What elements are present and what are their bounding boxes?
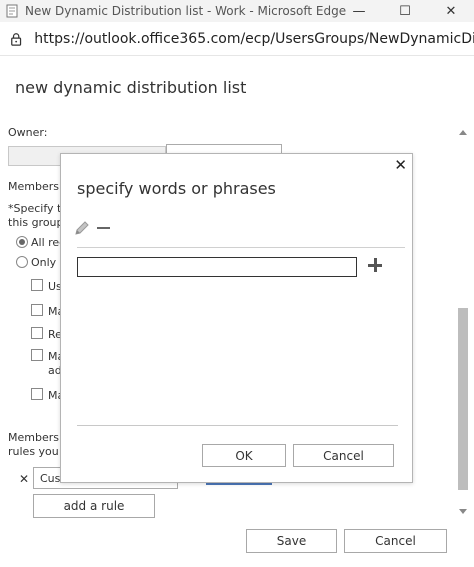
members-label: Members: (8, 180, 63, 193)
checkbox-mail-1[interactable] (31, 304, 43, 316)
toolbar-divider (77, 247, 405, 248)
page-content: new dynamic distribution list Owner: Mem… (0, 56, 474, 567)
specify-words-dialog: ✕ specify words or phrases OK Cancel (60, 153, 413, 483)
scroll-up-arrow-icon[interactable] (459, 130, 467, 135)
pencil-icon[interactable] (73, 219, 91, 237)
lock-icon (11, 32, 22, 46)
phrase-input[interactable] (77, 257, 357, 277)
radio-only-recipients[interactable] (16, 256, 28, 268)
plus-icon[interactable] (366, 256, 386, 276)
rule-attribute-value: Cus (40, 472, 61, 485)
rule-value-link[interactable] (206, 483, 272, 485)
radio-all-recipients[interactable] (16, 236, 28, 248)
window-controls: — ☐ ✕ (336, 0, 474, 22)
add-rule-button[interactable]: add a rule (33, 494, 155, 518)
url-text[interactable]: https://outlook.office365.com/ecp/UsersG… (34, 31, 474, 47)
maximize-button[interactable]: ☐ (382, 0, 428, 22)
scroll-thumb[interactable] (458, 308, 468, 490)
page-title: new dynamic distribution list (15, 78, 247, 97)
window-title: New Dynamic Distribution list - Work - M… (25, 4, 347, 18)
page-icon (6, 4, 18, 18)
remove-rule-icon[interactable]: ✕ (19, 472, 29, 486)
save-button[interactable]: Save (246, 529, 337, 553)
list-bottom-divider (77, 425, 398, 426)
scroll-down-arrow-icon[interactable] (459, 509, 467, 514)
phrase-list[interactable] (77, 285, 398, 425)
cancel-button[interactable]: Cancel (344, 529, 447, 553)
close-dialog-icon[interactable]: ✕ (394, 156, 407, 174)
owner-label: Owner: (8, 126, 48, 139)
window-titlebar: New Dynamic Distribution list - Work - M… (0, 0, 474, 22)
address-bar[interactable]: https://outlook.office365.com/ecp/UsersG… (0, 22, 474, 56)
checkbox-mail-2[interactable] (31, 349, 43, 361)
membership-text-line2: rules you s (8, 445, 68, 458)
membership-text-line1: Membersh (8, 431, 66, 444)
minus-icon[interactable] (97, 227, 110, 229)
checkbox-users[interactable] (31, 279, 43, 291)
minimize-button[interactable]: — (336, 0, 382, 22)
checkbox-mail-3[interactable] (31, 388, 43, 400)
specify-text-line2: this group (8, 216, 64, 229)
close-window-button[interactable]: ✕ (428, 0, 474, 22)
checkbox-resource[interactable] (31, 327, 43, 339)
ok-button[interactable]: OK (202, 444, 286, 467)
dialog-title: specify words or phrases (77, 179, 276, 198)
dialog-cancel-button[interactable]: Cancel (293, 444, 394, 467)
